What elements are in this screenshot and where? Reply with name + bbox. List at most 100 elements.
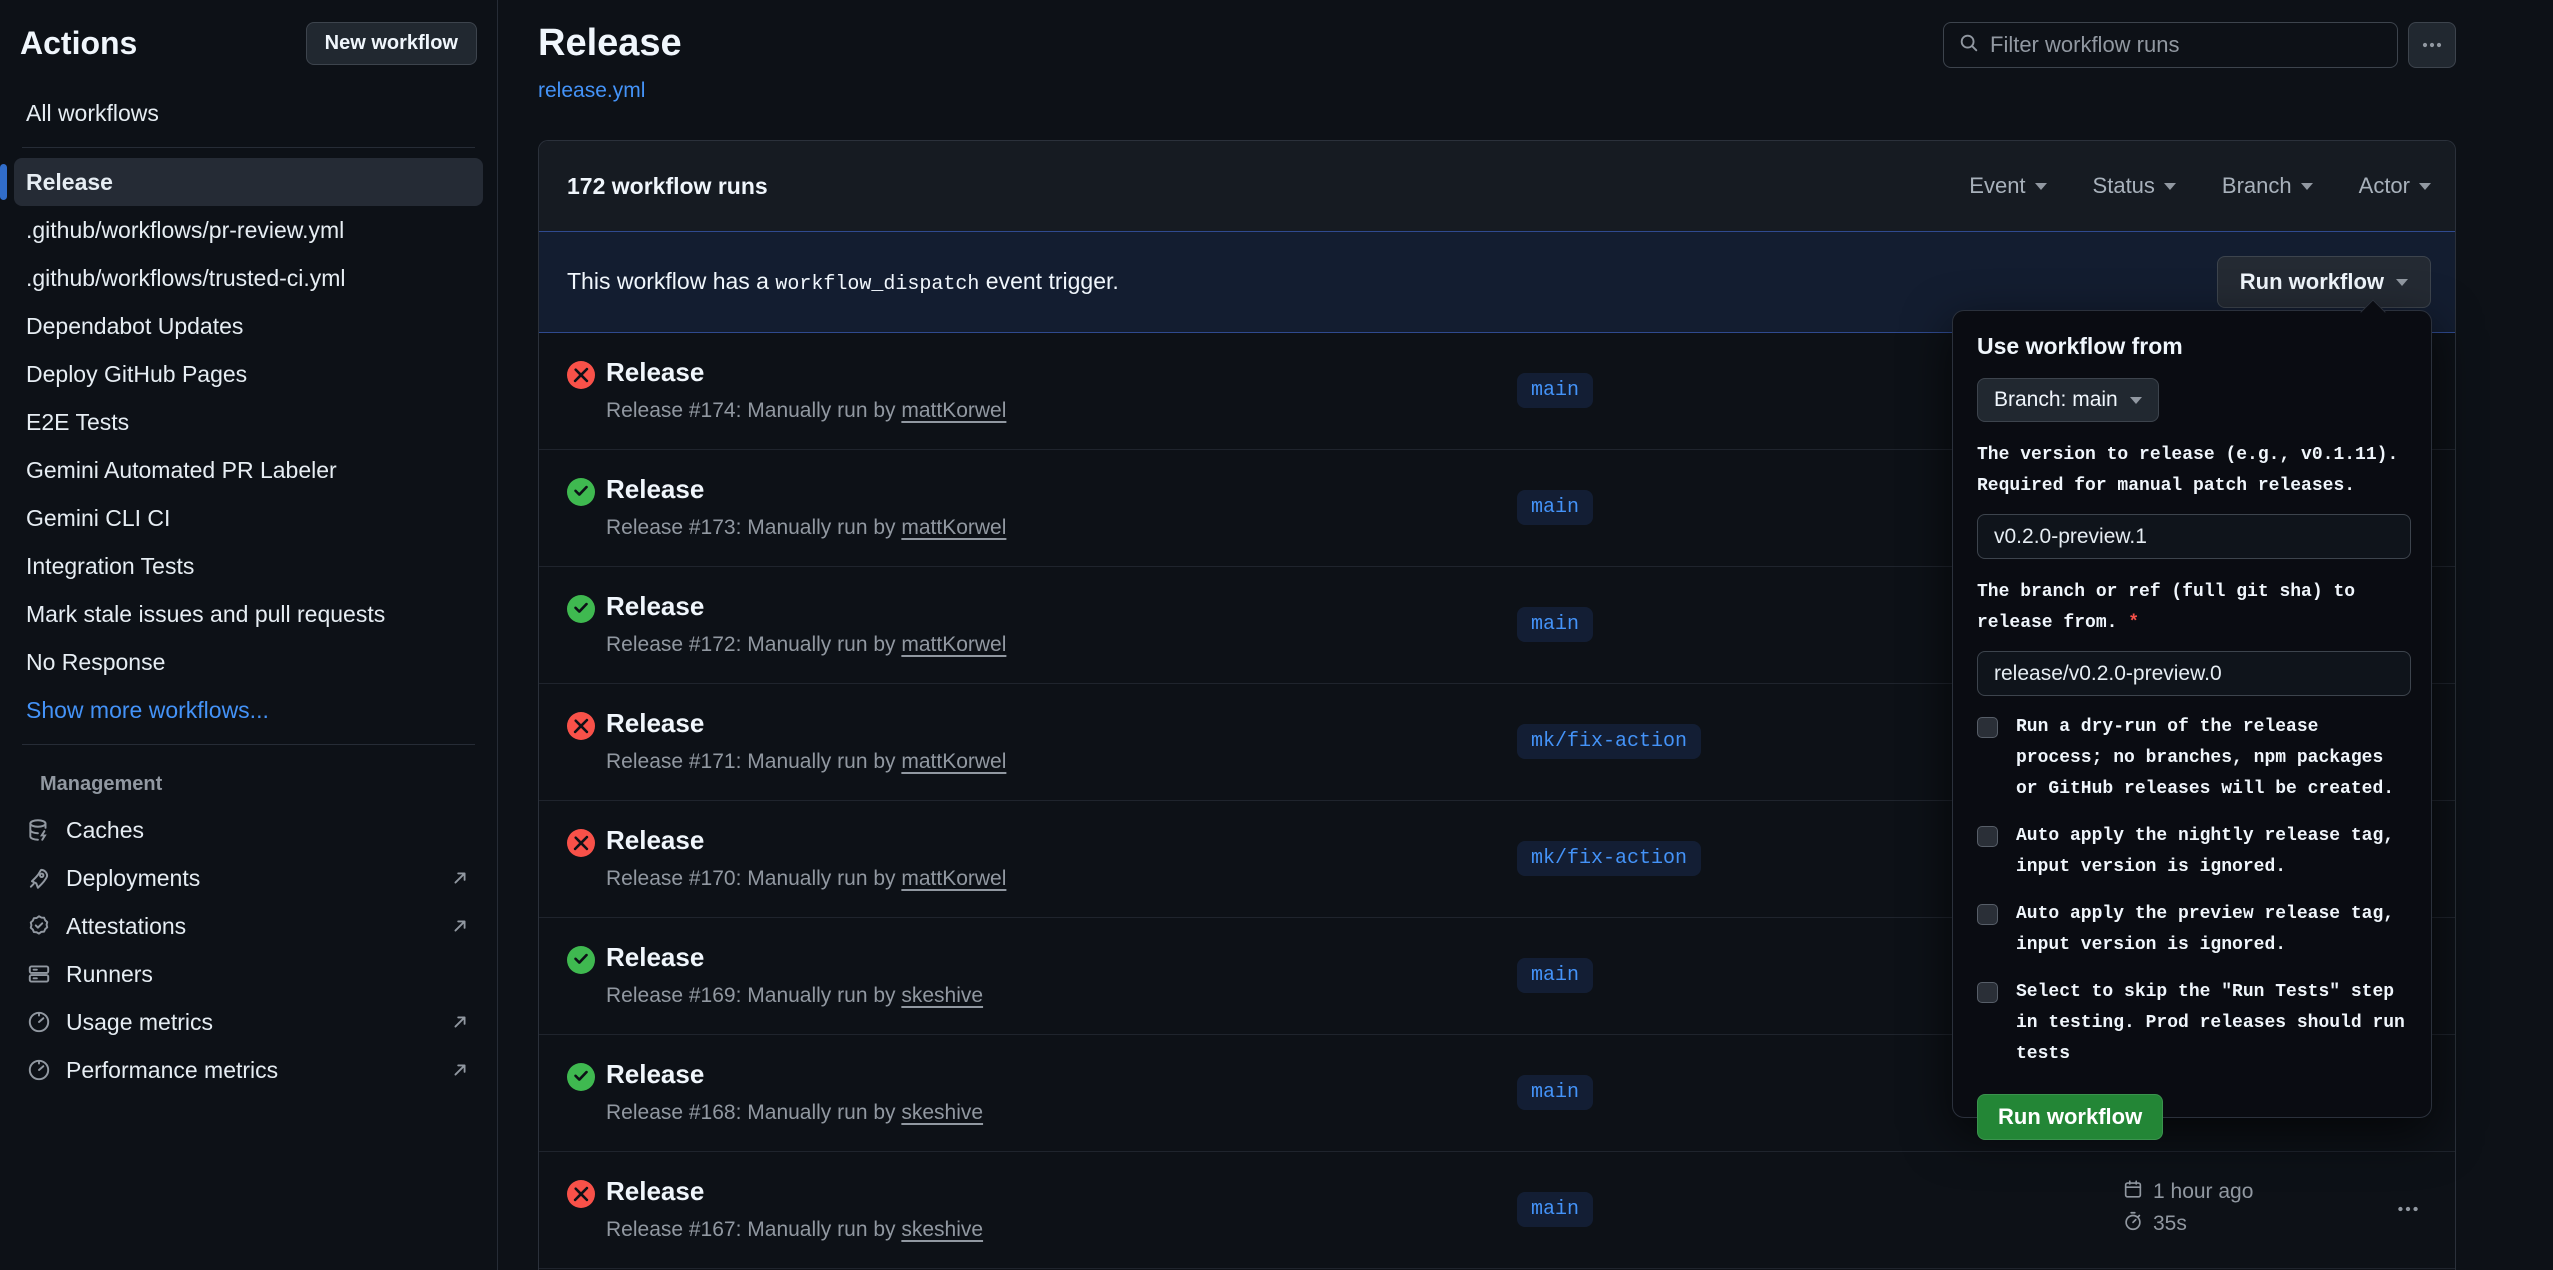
run-actor-link[interactable]: mattKorwel: [901, 399, 1006, 422]
check-circle-icon: [567, 1063, 595, 1091]
preview-tag-checkbox[interactable]: [1977, 904, 1998, 925]
sidebar-item-e2e-tests[interactable]: E2E Tests: [14, 398, 483, 446]
selected-indicator-bar: [0, 164, 7, 200]
arrow-up-right-icon: [449, 915, 471, 937]
version-input[interactable]: [1977, 514, 2411, 559]
branch-selector-button[interactable]: Branch: main: [1977, 378, 2159, 422]
actions-sidebar: Actions New workflow All workflows Relea…: [0, 0, 498, 1270]
sidebar-item-gemini-pr-labeler[interactable]: Gemini Automated PR Labeler: [14, 446, 483, 494]
sidebar-divider: [22, 147, 475, 148]
status-icon: [567, 361, 595, 389]
sidebar-item-deploy-github-pages[interactable]: Deploy GitHub Pages: [14, 350, 483, 398]
workflow-options-kebab-button[interactable]: [2408, 22, 2456, 68]
verified-icon: [26, 913, 52, 939]
run-description: Release #172: Manually run by: [606, 633, 896, 656]
chevron-down-icon: [2130, 397, 2142, 404]
meter-icon: [26, 1009, 52, 1035]
status-icon: [567, 595, 595, 623]
run-started-time: 1 hour ago: [2153, 1180, 2253, 1204]
run-workflow-dropdown-button[interactable]: Run workflow: [2217, 256, 2431, 308]
new-workflow-button[interactable]: New workflow: [306, 22, 477, 65]
arrow-up-right-icon: [449, 1011, 471, 1033]
run-title-link[interactable]: Release: [606, 1176, 704, 1207]
branch-chip[interactable]: main: [1517, 1192, 1593, 1227]
sidebar-item-no-response[interactable]: No Response: [14, 638, 483, 686]
status-icon: [567, 829, 595, 857]
required-asterisk: *: [2128, 613, 2139, 633]
run-workflow-submit-button[interactable]: Run workflow: [1977, 1094, 2163, 1140]
chevron-down-icon: [2396, 279, 2408, 286]
run-actor-link[interactable]: mattKorwel: [901, 867, 1006, 890]
sidebar-item-release[interactable]: Release: [14, 158, 483, 206]
sidebar-item-usage-metrics[interactable]: Usage metrics: [14, 998, 483, 1046]
run-options-kebab-button[interactable]: [2395, 1196, 2421, 1227]
sidebar-item-gemini-cli-ci[interactable]: Gemini CLI CI: [14, 494, 483, 542]
ref-input-description: The branch or ref (full git sha) to rele…: [1977, 577, 2415, 639]
run-title-link[interactable]: Release: [606, 357, 704, 388]
status-icon: [567, 1063, 595, 1091]
branch-chip[interactable]: main: [1517, 1075, 1593, 1110]
dry-run-checkbox[interactable]: [1977, 717, 1998, 738]
run-description: Release #171: Manually run by: [606, 750, 896, 773]
run-title-link[interactable]: Release: [606, 1059, 704, 1090]
kebab-horizontal-icon: [2420, 33, 2444, 57]
run-title-link[interactable]: Release: [606, 591, 704, 622]
branch-chip[interactable]: mk/fix-action: [1517, 841, 1701, 876]
ref-input[interactable]: [1977, 651, 2411, 696]
nightly-tag-checkbox[interactable]: [1977, 826, 1998, 847]
status-filter-dropdown[interactable]: Status: [2093, 173, 2176, 199]
sidebar-item-trusted-ci[interactable]: .github/workflows/trusted-ci.yml: [14, 254, 483, 302]
sidebar-item-mark-stale[interactable]: Mark stale issues and pull requests: [14, 590, 483, 638]
skip-tests-checkbox-label[interactable]: Select to skip the "Run Tests" step in t…: [2016, 977, 2411, 1070]
actor-filter-dropdown[interactable]: Actor: [2359, 173, 2431, 199]
run-description: Release #173: Manually run by: [606, 516, 896, 539]
sidebar-item-attestations[interactable]: Attestations: [14, 902, 483, 950]
check-circle-icon: [567, 946, 595, 974]
run-title-link[interactable]: Release: [606, 825, 704, 856]
branch-chip[interactable]: main: [1517, 607, 1593, 642]
sidebar-item-deployments[interactable]: Deployments: [14, 854, 483, 902]
branch-filter-dropdown[interactable]: Branch: [2222, 173, 2313, 199]
sidebar-item-all-workflows[interactable]: All workflows: [14, 89, 483, 137]
sidebar-item-pr-review[interactable]: .github/workflows/pr-review.yml: [14, 206, 483, 254]
database-icon: [26, 817, 52, 843]
show-more-workflows-link[interactable]: Show more workflows...: [14, 686, 483, 734]
dry-run-checkbox-label[interactable]: Run a dry-run of the release process; no…: [2016, 712, 2411, 805]
branch-chip[interactable]: mk/fix-action: [1517, 724, 1701, 759]
runs-count: 172 workflow runs: [567, 173, 768, 200]
run-actor-link[interactable]: skeshive: [901, 984, 983, 1007]
run-actor-link[interactable]: mattKorwel: [901, 516, 1006, 539]
chevron-down-icon: [2164, 183, 2176, 190]
branch-chip[interactable]: main: [1517, 373, 1593, 408]
run-title-link[interactable]: Release: [606, 474, 704, 505]
sidebar-item-caches[interactable]: Caches: [14, 806, 483, 854]
run-title-link[interactable]: Release: [606, 708, 704, 739]
nightly-tag-checkbox-label[interactable]: Auto apply the nightly release tag, inpu…: [2016, 821, 2411, 883]
x-circle-icon: [567, 361, 595, 389]
run-description: Release #170: Manually run by: [606, 867, 896, 890]
run-actor-link[interactable]: skeshive: [901, 1101, 983, 1124]
sidebar-item-integration-tests[interactable]: Integration Tests: [14, 542, 483, 590]
rocket-icon: [26, 865, 52, 891]
workflow-file-link[interactable]: release.yml: [538, 79, 645, 103]
run-description: Release #174: Manually run by: [606, 399, 896, 422]
run-title-link[interactable]: Release: [606, 942, 704, 973]
branch-chip[interactable]: main: [1517, 958, 1593, 993]
preview-tag-checkbox-label[interactable]: Auto apply the preview release tag, inpu…: [2016, 899, 2411, 961]
sidebar-item-runners[interactable]: Runners: [14, 950, 483, 998]
run-actor-link[interactable]: mattKorwel: [901, 750, 1006, 773]
search-icon: [1958, 32, 1980, 59]
sidebar-item-performance-metrics[interactable]: Performance metrics: [14, 1046, 483, 1094]
run-actor-link[interactable]: skeshive: [901, 1218, 983, 1241]
arrow-up-right-icon: [449, 867, 471, 889]
branch-chip[interactable]: main: [1517, 490, 1593, 525]
x-circle-icon: [567, 829, 595, 857]
skip-tests-checkbox[interactable]: [1977, 982, 1998, 1003]
event-filter-dropdown[interactable]: Event: [1969, 173, 2046, 199]
workflow-dispatch-code: workflow_dispatch: [775, 273, 979, 296]
sidebar-item-dependabot-updates[interactable]: Dependabot Updates: [14, 302, 483, 350]
run-description: Release #168: Manually run by: [606, 1101, 896, 1124]
meter-icon: [26, 1057, 52, 1083]
run-actor-link[interactable]: mattKorwel: [901, 633, 1006, 656]
filter-workflow-runs-input[interactable]: [1990, 32, 2383, 58]
